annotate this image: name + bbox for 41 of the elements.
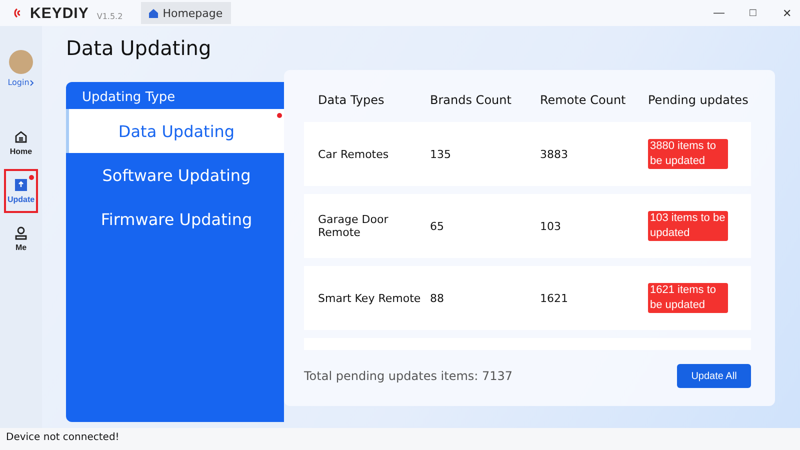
- person-icon: [14, 226, 28, 240]
- version-label: V1.5.2: [96, 12, 123, 20]
- table-cell-text: 3883: [540, 148, 569, 160]
- table-cell-text: Smart Key Remote: [318, 292, 422, 304]
- brand-logo: KEYDIY: [30, 4, 89, 22]
- pending-badge: 3880 items to be updated: [648, 139, 728, 169]
- page-title: Data Updating: [66, 36, 212, 60]
- total-pending-text: Total pending updates items: 7137: [304, 369, 513, 383]
- table-cell-text: Garage Door Remote: [318, 213, 390, 239]
- column-header: Data Types: [318, 93, 386, 107]
- chevron-right-icon: [30, 80, 34, 86]
- nav-item[interactable]: Home: [4, 121, 38, 165]
- update-all-button[interactable]: Update All: [677, 364, 751, 388]
- column-header: Pending updates: [648, 93, 750, 107]
- column-header: Remote Count: [540, 93, 627, 107]
- signal-logo-icon: [12, 7, 22, 19]
- type-tab[interactable]: Software Updating: [66, 153, 284, 197]
- table-cell-text: Car Remotes: [318, 148, 390, 160]
- panel-heading: Updating Type: [81, 89, 176, 107]
- table-cell-text: 135: [430, 148, 452, 160]
- pending-badge: 103 items to be updated: [648, 211, 728, 241]
- column-header: Brands Count: [430, 93, 512, 107]
- window-control[interactable]: ✕: [774, 2, 800, 24]
- pending-badge: 1621 items to be updated: [648, 283, 728, 313]
- homepage-tab[interactable]: Homepage: [140, 2, 231, 24]
- type-tab[interactable]: Data Updating: [66, 109, 284, 153]
- avatar[interactable]: [9, 50, 33, 74]
- upload-box-icon: [14, 178, 28, 192]
- login-link[interactable]: Login: [8, 78, 30, 87]
- type-tab[interactable]: Firmware Updating: [66, 197, 284, 241]
- window-control[interactable]: □: [740, 2, 766, 24]
- nav-item[interactable]: Update: [4, 169, 38, 213]
- home-icon: [148, 8, 158, 18]
- table-cell-text: 65: [430, 220, 445, 232]
- table-cell-text: 1621: [540, 292, 569, 304]
- status-bar: Device not connected!: [0, 428, 800, 450]
- table-cell-text: 103: [540, 220, 562, 232]
- home-icon: [14, 130, 28, 144]
- nav-item[interactable]: Me: [4, 217, 38, 261]
- window-control[interactable]: —: [706, 2, 732, 24]
- table-cell-text: 88: [430, 292, 445, 304]
